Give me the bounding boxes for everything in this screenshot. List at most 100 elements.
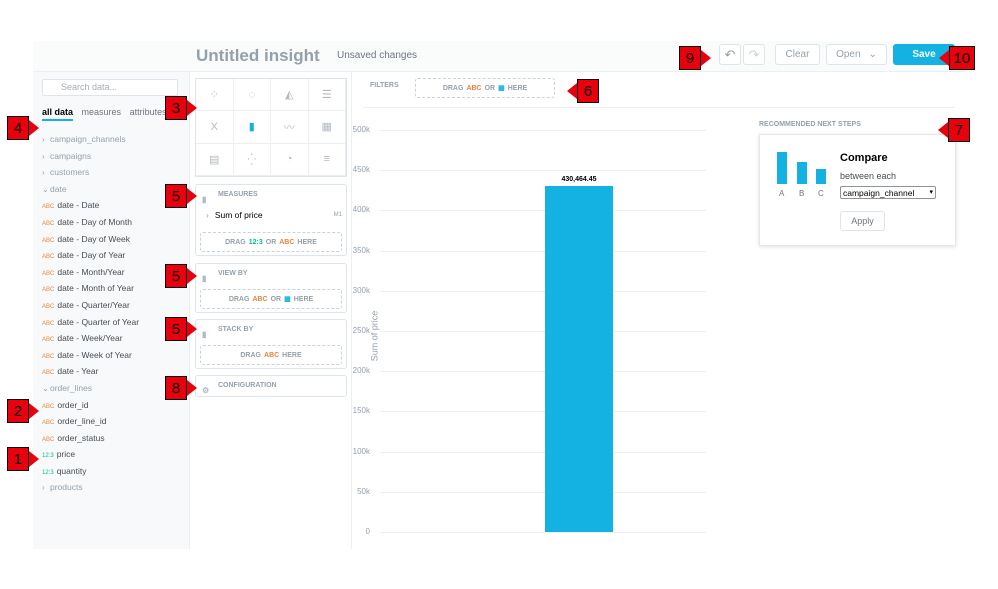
search-input[interactable]: Search data...	[42, 79, 178, 96]
stack-by-icon: ▮	[202, 330, 207, 339]
bubble-chart-icon[interactable]: ⁛	[233, 143, 271, 176]
gridline	[380, 532, 706, 533]
catalog-item-label: date - Quarter/Year	[57, 299, 130, 310]
abc-icon: ABC	[42, 237, 55, 244]
calendar-icon: ▦	[498, 85, 505, 92]
y-tick-label: 50k	[357, 486, 370, 496]
clear-button[interactable]: Clear	[775, 44, 820, 65]
tab-all-data[interactable]: all data	[42, 107, 74, 121]
abc-icon: ABC	[42, 353, 55, 360]
y-tick-label: 450k	[352, 165, 370, 175]
gridline	[380, 250, 706, 252]
stack-by-bucket: ▮ STACK BY DRAG ABC HERE	[195, 319, 347, 369]
catalog-item[interactable]: ABC date - Week of Year	[42, 347, 187, 364]
measures-drop-zone[interactable]: DRAG 12:3 OR ABC HERE	[200, 232, 342, 252]
number-icon: 12:3	[248, 238, 263, 246]
gridline	[380, 210, 706, 212]
catalog-tabs: all data measures attributes	[42, 107, 173, 121]
unsaved-status: Unsaved changes	[337, 50, 418, 61]
table-icon[interactable]: ☰	[308, 79, 346, 112]
drop-text: DRAG	[442, 84, 464, 92]
open-button[interactable]: Open ⌄	[826, 44, 887, 65]
redo-button[interactable]: ↷	[743, 44, 765, 65]
marker-10: 10	[949, 46, 975, 70]
open-button-label: Open	[836, 49, 861, 60]
catalog-item-label: campaign_channels	[50, 134, 126, 144]
catalog-item[interactable]: ABC date - Day of Week	[42, 231, 187, 248]
column-chart-icon[interactable]: ▮	[233, 111, 271, 144]
chevron-right-icon: ›	[42, 151, 45, 161]
view-by-header: ▮ VIEW BY	[196, 264, 346, 284]
abc-icon: ABC	[42, 287, 55, 294]
stack-by-drop-zone[interactable]: DRAG ABC HERE	[200, 345, 342, 365]
marker-arrow	[938, 122, 948, 138]
abc-icon: ABC	[42, 254, 55, 261]
marker-arrow	[187, 100, 197, 116]
pie-chart-icon[interactable]: ◔	[271, 143, 309, 176]
catalog-item[interactable]: 12:3 price	[42, 446, 187, 463]
data-label: 430,464.45	[561, 175, 597, 183]
catalog-group[interactable]: › customers	[42, 164, 187, 181]
abc-icon: ABC	[42, 204, 55, 211]
chart-bar[interactable]	[545, 185, 613, 532]
chevron-right-icon: ›	[42, 483, 45, 493]
catalog-item[interactable]: ABC date - Day of Month	[42, 214, 187, 231]
insight-title[interactable]: Untitled insight	[196, 46, 320, 66]
catalog-group[interactable]: › campaign_channels	[42, 131, 187, 148]
measures-header: ▮ MEASURES	[196, 185, 346, 205]
catalog-item-label: order_id	[57, 399, 89, 410]
catalog-item[interactable]: ABC date - Day of Year	[42, 247, 187, 264]
redo-icon: ↷	[748, 46, 760, 62]
compare-attribute-select[interactable]: campaign_channel ▾	[840, 186, 936, 199]
apply-button[interactable]: Apply	[840, 211, 885, 231]
gear-icon: ⚙	[202, 386, 210, 395]
scatter-chart-icon[interactable]: ⁘	[196, 79, 234, 112]
catalog-item[interactable]: ABC order_line_id	[42, 413, 187, 430]
catalog-item-label: campaigns	[50, 150, 92, 161]
y-tick-label: 300k	[352, 285, 370, 295]
catalog-item-label: order_status	[57, 432, 105, 443]
view-by-bucket: ▮ VIEW BY DRAG ABC OR ▦ HERE	[195, 263, 347, 313]
measure-item[interactable]: › Sum of price M1	[200, 207, 344, 223]
line-chart-icon[interactable]: 〰	[271, 111, 309, 144]
stack-by-header: ▮ STACK BY	[196, 320, 346, 340]
y-tick-label: 350k	[352, 245, 370, 255]
catalog-group[interactable]: › products	[42, 479, 187, 496]
catalog-item[interactable]: ABC order_status	[42, 430, 187, 447]
catalog-item[interactable]: ABC date - Quarter/Year	[42, 297, 187, 314]
chevron-down-icon: ⌄	[42, 383, 49, 393]
gridline	[380, 130, 706, 131]
heatmap-icon[interactable]: ▤	[196, 143, 234, 176]
catalog-item-label: date - Day of Year	[57, 250, 126, 261]
donut-chart-icon[interactable]: ◌	[233, 79, 271, 112]
configuration-section[interactable]: ⚙ CONFIGURATION	[195, 375, 347, 397]
y-tick-label: 250k	[352, 326, 370, 335]
catalog-item[interactable]: 12:3 quantity	[42, 463, 187, 480]
catalog-item-label: date - Week of Year	[57, 349, 132, 360]
chevron-down-icon: ⌄	[868, 49, 877, 60]
catalog-item-label: date - Week/Year	[57, 333, 123, 344]
catalog-item-label: date - Month/Year	[57, 266, 125, 277]
catalog-group[interactable]: › campaigns	[42, 148, 187, 165]
y-tick-label: 0	[365, 527, 370, 536]
catalog-item-label: customers	[50, 167, 90, 178]
catalog-item-label: price	[56, 449, 76, 460]
number-icon: 12:3	[42, 453, 54, 460]
chevron-down-icon: ⌄	[42, 184, 49, 194]
filters-drop-zone[interactable]: DRAG ABC OR ▦ HERE	[415, 78, 555, 98]
view-by-icon: ▮	[202, 274, 207, 283]
marker-1: 1	[7, 447, 29, 471]
tab-attributes[interactable]: attributes	[130, 107, 167, 117]
view-by-drop-zone[interactable]: DRAG ABC OR ▦ HERE	[200, 289, 342, 309]
tab-measures[interactable]: measures	[82, 107, 122, 117]
drop-text: OR	[484, 84, 496, 92]
headline-icon[interactable]: X	[196, 111, 234, 144]
measure-item-label: Sum of price	[214, 210, 263, 220]
marker-3: 3	[165, 96, 187, 120]
area-chart-icon[interactable]: ◭	[271, 79, 309, 112]
abc-icon: ABC	[279, 238, 295, 246]
undo-icon: ↶	[724, 46, 736, 62]
gridline	[380, 491, 706, 493]
undo-button[interactable]: ↶	[719, 44, 741, 65]
marker-2: 2	[7, 399, 29, 423]
